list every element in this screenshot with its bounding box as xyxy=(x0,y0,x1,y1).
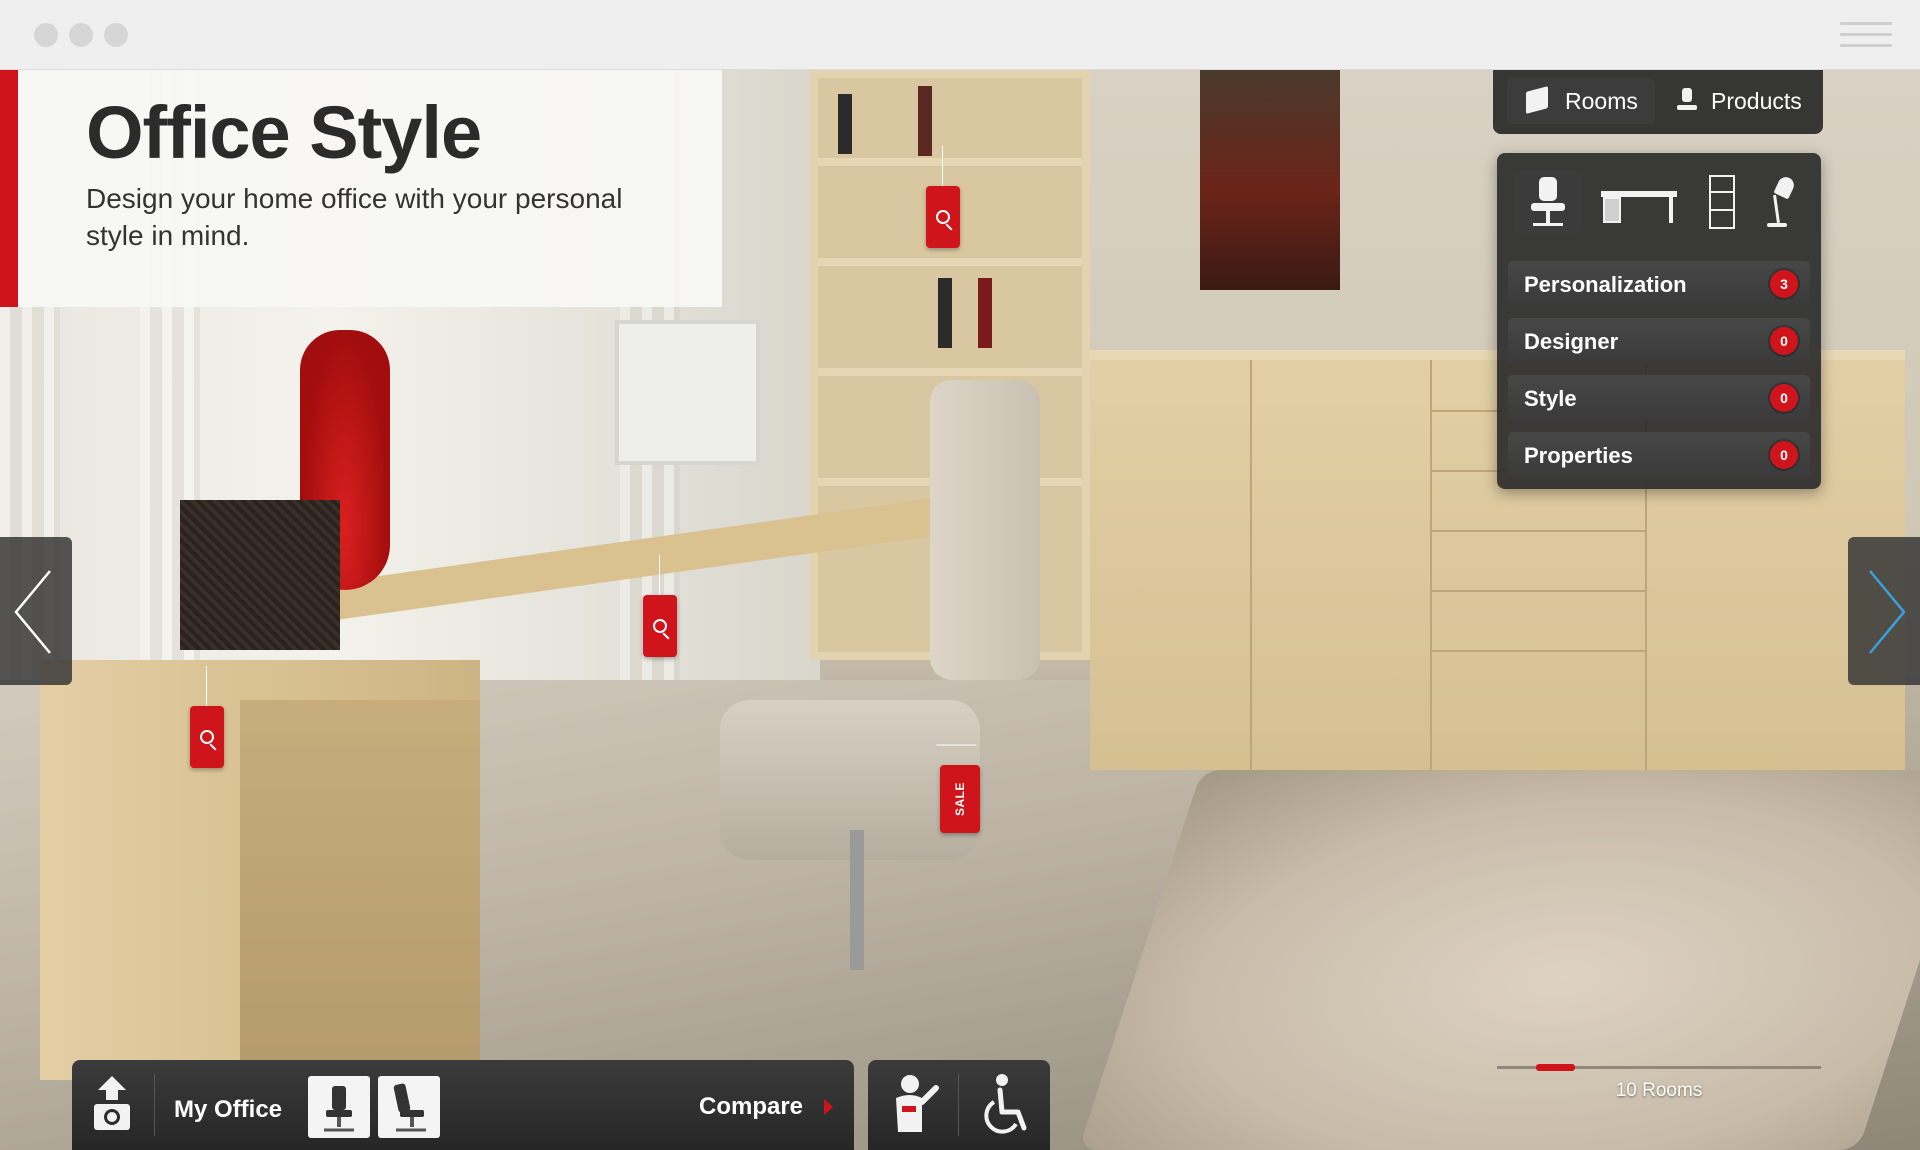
filter-label: Style xyxy=(1524,386,1577,411)
title-panel: Office Style Design your home office wit… xyxy=(0,70,722,307)
sale-label: SALE xyxy=(952,781,967,817)
room-count-label: 10 Rooms xyxy=(1615,1080,1703,1101)
window-minimize-dot[interactable] xyxy=(69,23,93,47)
my-office-label: My Office xyxy=(174,1096,283,1123)
my-office-bar: My Office Compare xyxy=(72,1060,854,1150)
window-close-dot[interactable] xyxy=(34,23,58,47)
filter-label: Designer xyxy=(1524,329,1619,354)
cube-icon xyxy=(1523,89,1551,113)
sale-tag-chair[interactable]: SALE xyxy=(936,744,980,833)
product-tag-pedestal[interactable] xyxy=(190,666,224,768)
upload-photo-icon xyxy=(94,1076,130,1130)
desk-icon[interactable] xyxy=(1595,169,1683,235)
saved-item-thumbnail[interactable] xyxy=(378,1076,440,1138)
upload-photo-button[interactable] xyxy=(90,1072,134,1138)
office-chair-icon xyxy=(324,1086,354,1132)
filter-designer[interactable]: Designer 0 xyxy=(1508,318,1810,364)
chevron-right-icon xyxy=(1869,570,1906,654)
filing-cabinet-icon[interactable] xyxy=(1695,169,1749,235)
filter-properties[interactable]: Properties 0 xyxy=(1508,432,1810,478)
help-bar xyxy=(868,1060,1050,1150)
count-badge: 0 xyxy=(1770,327,1798,355)
filter-style[interactable]: Style 0 xyxy=(1508,375,1810,421)
category-icons xyxy=(1511,163,1807,243)
compare-button[interactable]: Compare xyxy=(699,1093,803,1121)
filter-personalization[interactable]: Personalization 3 xyxy=(1508,261,1810,307)
product-tag-shelf[interactable] xyxy=(926,146,960,248)
menu-icon[interactable] xyxy=(1840,22,1892,48)
desk-lamp-icon[interactable] xyxy=(1755,169,1807,235)
products-tab-label: Products xyxy=(1711,87,1802,114)
window-maximize-dot[interactable] xyxy=(104,23,128,47)
room-pager-indicator xyxy=(1536,1064,1575,1071)
count-badge: 0 xyxy=(1770,384,1798,412)
office-chair-icon xyxy=(393,1083,426,1132)
filter-label: Personalization xyxy=(1524,272,1687,297)
product-tag-desk[interactable] xyxy=(643,555,677,657)
accessibility-icon xyxy=(984,1074,1027,1134)
rooms-tab[interactable]: Rooms xyxy=(1507,78,1655,124)
view-toggle: Rooms Products xyxy=(1493,70,1823,134)
filter-label: Properties xyxy=(1524,443,1633,468)
next-room-button[interactable] xyxy=(1848,537,1920,685)
rooms-tab-label: Rooms xyxy=(1565,87,1638,114)
saved-item-thumbnail[interactable] xyxy=(308,1076,370,1138)
chevron-left-icon xyxy=(14,570,51,654)
monitor xyxy=(615,320,760,465)
compare-arrow-icon xyxy=(824,1099,833,1115)
window-titlebar xyxy=(0,0,1920,70)
office-chair-icon[interactable] xyxy=(1515,169,1581,235)
previous-room-button[interactable] xyxy=(0,537,72,685)
wall-painting xyxy=(1200,70,1340,290)
filter-panel: Personalization 3 Designer 0 Style 0 Pro… xyxy=(1497,153,1821,489)
count-badge: 3 xyxy=(1770,270,1798,298)
page-title: Office Style xyxy=(86,91,482,174)
chair-icon xyxy=(1675,88,1699,114)
office-chair xyxy=(930,380,1040,680)
room-pager-track[interactable] xyxy=(1497,1064,1821,1071)
products-tab[interactable]: Products xyxy=(1661,78,1817,124)
count-badge: 0 xyxy=(1770,441,1798,469)
accessibility-button[interactable] xyxy=(976,1072,1034,1138)
assistant-button[interactable] xyxy=(886,1072,944,1138)
page-subtitle: Design your home office with your person… xyxy=(86,183,623,251)
assistant-icon xyxy=(896,1075,939,1132)
storage-box xyxy=(180,500,340,650)
